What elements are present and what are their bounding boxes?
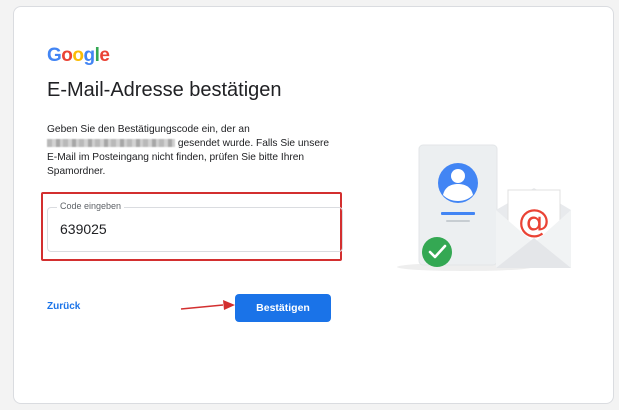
- red-arrow-icon: [180, 300, 235, 310]
- code-input-value[interactable]: 639025: [60, 221, 107, 237]
- page-title: E-Mail-Adresse bestätigen: [47, 79, 282, 101]
- code-input-label: Code eingeben: [57, 201, 125, 211]
- check-circle-icon: [422, 237, 452, 267]
- confirm-button[interactable]: Bestätigen: [235, 294, 331, 322]
- code-input[interactable]: Code eingeben 639025: [47, 201, 343, 252]
- redacted-email: [47, 139, 175, 148]
- back-link[interactable]: Zurück: [47, 301, 80, 312]
- verification-card: Google E-Mail-Adresse bestätigen Geben S…: [13, 6, 614, 404]
- description-text: Geben Sie den Bestätigungscode ein, der …: [47, 124, 330, 177]
- envelope-at-icon: @: [496, 188, 571, 268]
- google-logo: Google: [47, 45, 110, 66]
- verification-illustration: @: [397, 144, 571, 271]
